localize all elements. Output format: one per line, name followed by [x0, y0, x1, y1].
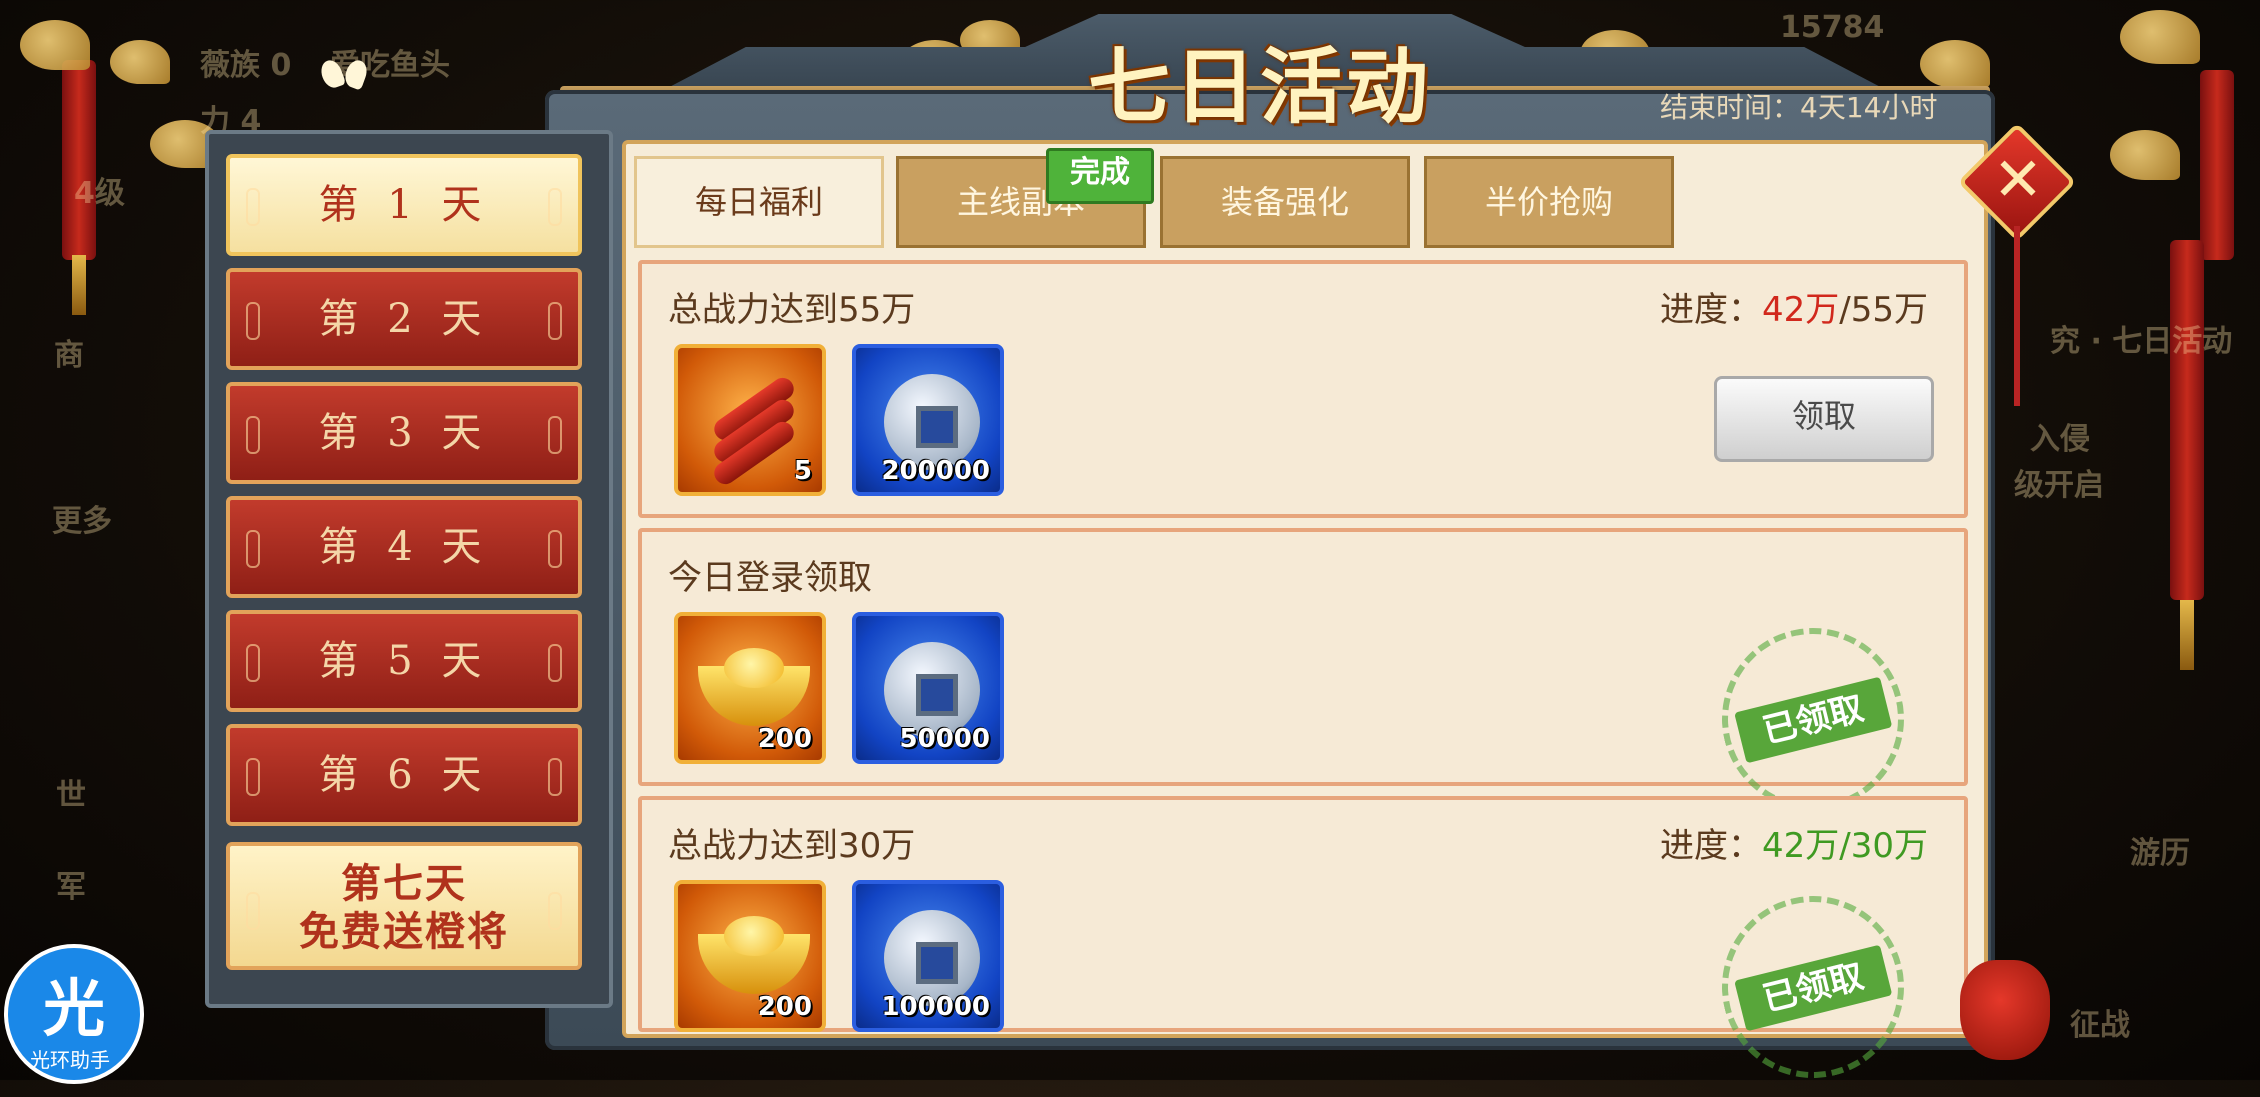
task-title: 总战力达到30万: [668, 826, 916, 866]
progress-sep: /: [1839, 826, 1851, 866]
day-label: 第 1 天: [318, 182, 490, 228]
task-progress: 进度：42万/30万: [1660, 818, 1928, 867]
scroll-deco: [548, 302, 562, 340]
claimed-stamp-label: 已领取: [1734, 944, 1893, 1032]
close-icon[interactable]: ✕: [1980, 142, 2056, 218]
day-label: 第 4 天: [318, 524, 490, 570]
bg-unlock: 级开启: [2014, 468, 2104, 503]
bg-invade: 入侵: [2030, 422, 2090, 457]
task-title: 总战力达到55万: [668, 290, 916, 330]
bg-travel: 游历: [2130, 836, 2190, 871]
day-3-button[interactable]: 第 3 天: [226, 382, 582, 484]
scroll-deco: [548, 188, 562, 226]
firecracker-icon: [708, 373, 800, 489]
reward-count: 5: [793, 456, 812, 486]
panel-title: 七日活动: [1087, 39, 1432, 135]
bg-war: 征战: [2070, 1008, 2130, 1043]
butterfly-icon: [322, 56, 366, 92]
ginkgo-leaf: [1920, 40, 1990, 88]
progress-current: 42万: [1762, 826, 1840, 866]
scroll-deco: [548, 644, 562, 682]
day-1-button[interactable]: 第 1 天: [226, 154, 582, 256]
progress-current: 42万: [1762, 290, 1840, 330]
day-7-button[interactable]: 第七天 免费送橙将: [226, 842, 582, 970]
scroll-deco: [246, 188, 260, 226]
day-label: 第 5 天: [318, 638, 490, 684]
scroll-deco: [246, 302, 260, 340]
left-banner-pillar: [62, 60, 96, 260]
bg-level: 4级: [74, 176, 125, 211]
ginkgo-leaf: [110, 40, 170, 84]
bg-army: 军: [56, 870, 86, 905]
tab-daily-welfare[interactable]: 每日福利: [634, 156, 884, 248]
scroll-deco: [548, 416, 562, 454]
bg-player-name: 薇族 0: [200, 48, 292, 83]
reward-count: 50000: [899, 724, 990, 754]
reward-item-firecracker[interactable]: 5: [674, 344, 826, 496]
bg-world: 世: [56, 778, 86, 813]
day-2-button[interactable]: 第 2 天: [226, 268, 582, 370]
scroll-deco: [246, 530, 260, 568]
day-7-line2: 免费送橙将: [299, 908, 509, 955]
bg-activity: 究 · 七日活动: [2050, 324, 2233, 359]
ginkgo-leaf: [20, 20, 90, 70]
scroll-deco: [246, 892, 260, 930]
ginkgo-leaf: [2120, 10, 2200, 64]
bg-more: 更多: [52, 504, 112, 539]
day-label: 第 6 天: [318, 752, 490, 798]
progress-target: 55万: [1850, 290, 1928, 330]
reward-item-silver[interactable]: 200000: [852, 344, 1004, 496]
close-string-deco: [2014, 226, 2020, 406]
right-banner-pillar: [2200, 70, 2234, 260]
reward-item-gold[interactable]: 200: [674, 612, 826, 764]
day-7-line1: 第七天: [341, 860, 467, 907]
progress-label: 进度：: [1660, 290, 1762, 330]
task-card: 总战力达到30万 进度：42万/30万 200 100000 已领取: [638, 796, 1968, 1097]
reward-count: 200: [757, 724, 812, 754]
tab-equip-enhance[interactable]: 装备强化: [1160, 156, 1410, 248]
ginkgo-leaf: [2110, 130, 2180, 180]
scroll-deco: [548, 892, 562, 930]
reward-item-gold[interactable]: 200: [674, 880, 826, 1032]
progress-target: 30万: [1850, 826, 1928, 866]
end-time-label: 结束时间：4天14小时: [1660, 91, 1938, 124]
day-4-button[interactable]: 第 4 天: [226, 496, 582, 598]
day-label: 第 3 天: [318, 410, 490, 456]
completed-badge: 完成: [1046, 148, 1154, 204]
claimed-stamp-label: 已领取: [1734, 676, 1893, 764]
reward-count: 200000: [881, 456, 990, 486]
right-tassel: [2180, 600, 2194, 670]
day-6-button[interactable]: 第 6 天: [226, 724, 582, 826]
money-bag-icon[interactable]: [1960, 960, 2050, 1060]
helper-logo-char: 光: [42, 972, 105, 1045]
scroll-deco: [246, 416, 260, 454]
day-5-button[interactable]: 第 5 天: [226, 610, 582, 712]
scroll-deco: [246, 758, 260, 796]
bg-currency: 15784: [1780, 10, 1885, 45]
scroll-deco: [246, 644, 260, 682]
reward-count: 200: [757, 992, 812, 1022]
claim-button[interactable]: 领取: [1714, 376, 1934, 462]
reward-item-silver[interactable]: 100000: [852, 880, 1004, 1032]
left-tassel: [72, 255, 86, 315]
task-title: 今日登录领取: [668, 558, 872, 598]
bg-shop: 商: [54, 338, 84, 373]
helper-app-label: 光环助手: [30, 1048, 110, 1072]
progress-sep: /: [1839, 290, 1851, 330]
right-banner-pillar-2: [2170, 240, 2204, 600]
task-card: 总战力达到55万 进度：42万/55万 5 200000 领取: [638, 260, 1968, 518]
task-card: 今日登录领取 200 50000 已领取: [638, 528, 1968, 830]
task-progress: 进度：42万/55万: [1660, 282, 1928, 331]
scroll-deco: [548, 530, 562, 568]
reward-count: 100000: [881, 992, 990, 1022]
day-label: 第 2 天: [318, 296, 490, 342]
progress-label: 进度：: [1660, 826, 1762, 866]
reward-item-silver[interactable]: 50000: [852, 612, 1004, 764]
scroll-deco: [548, 758, 562, 796]
tab-half-price[interactable]: 半价抢购: [1424, 156, 1674, 248]
